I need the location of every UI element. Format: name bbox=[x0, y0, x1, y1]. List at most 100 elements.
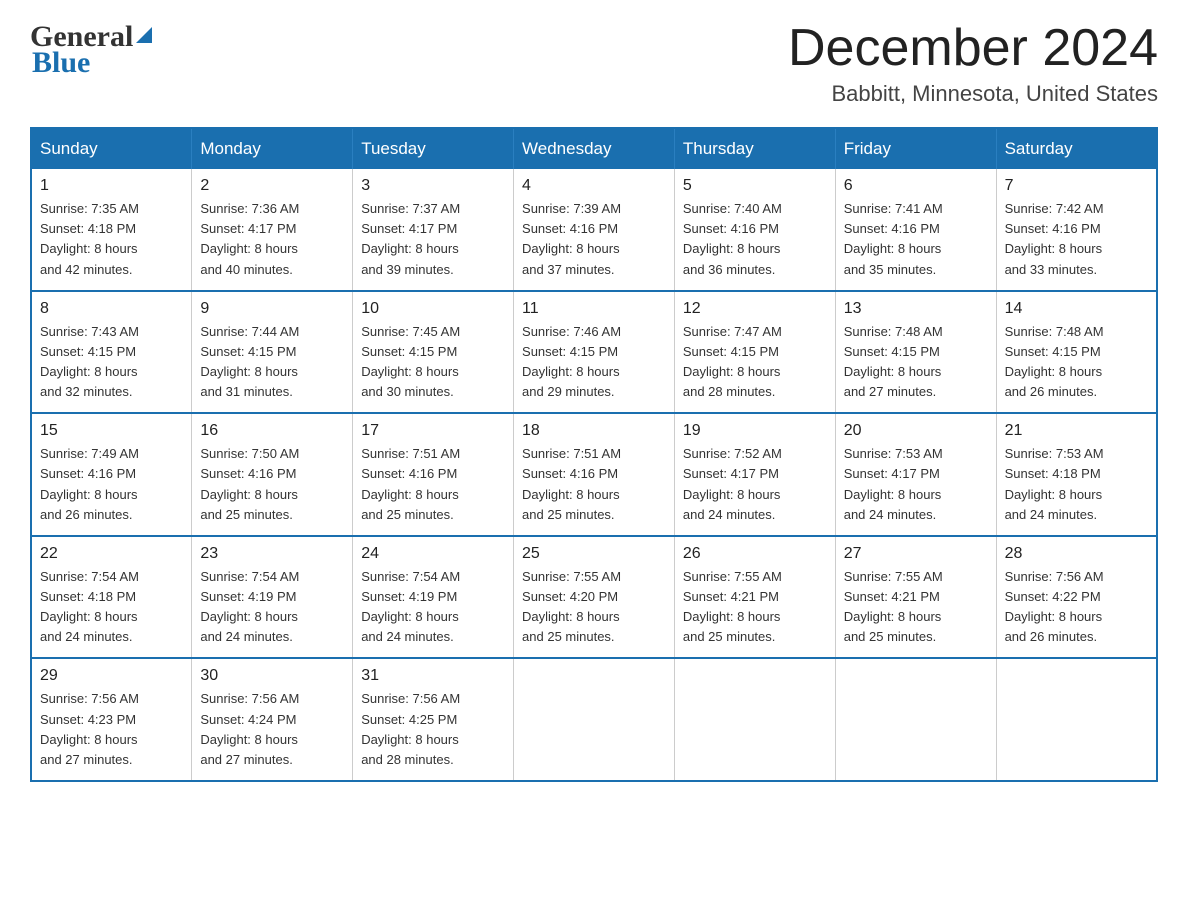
weekday-header-sunday: Sunday bbox=[31, 128, 192, 169]
calendar-cell: 12 Sunrise: 7:47 AMSunset: 4:15 PMDayligh… bbox=[674, 291, 835, 414]
calendar-cell: 17 Sunrise: 7:51 AMSunset: 4:16 PMDayligh… bbox=[353, 413, 514, 536]
day-number: 5 bbox=[683, 177, 827, 195]
weekday-header-thursday: Thursday bbox=[674, 128, 835, 169]
day-number: 7 bbox=[1005, 177, 1148, 195]
day-info: Sunrise: 7:48 AMSunset: 4:15 PMDaylight:… bbox=[844, 322, 988, 403]
day-info: Sunrise: 7:49 AMSunset: 4:16 PMDaylight:… bbox=[40, 444, 183, 525]
day-number: 10 bbox=[361, 300, 505, 318]
day-number: 6 bbox=[844, 177, 988, 195]
calendar-cell: 14Sunrise: 7:48 AMSunset: 4:15 PMDayligh… bbox=[996, 291, 1157, 414]
calendar-cell: 22Sunrise: 7:54 AMSunset: 4:18 PMDayligh… bbox=[31, 536, 192, 659]
calendar-cell: 25 Sunrise: 7:55 AMSunset: 4:20 PMDayligh… bbox=[514, 536, 675, 659]
calendar-cell bbox=[514, 658, 675, 781]
day-info: Sunrise: 7:54 AMSunset: 4:19 PMDaylight:… bbox=[361, 567, 505, 648]
day-number: 4 bbox=[522, 177, 666, 195]
day-number: 25 bbox=[522, 545, 666, 563]
weekday-header-tuesday: Tuesday bbox=[353, 128, 514, 169]
weekday-header-wednesday: Wednesday bbox=[514, 128, 675, 169]
day-number: 31 bbox=[361, 667, 505, 685]
calendar-table: SundayMondayTuesdayWednesdayThursdayFrid… bbox=[30, 127, 1158, 782]
day-number: 13 bbox=[844, 300, 988, 318]
weekday-header-monday: Monday bbox=[192, 128, 353, 169]
calendar-cell bbox=[996, 658, 1157, 781]
day-number: 29 bbox=[40, 667, 183, 685]
day-number: 8 bbox=[40, 300, 183, 318]
day-info: Sunrise: 7:55 AMSunset: 4:20 PMDaylight:… bbox=[522, 567, 666, 648]
calendar-cell: 24 Sunrise: 7:54 AMSunset: 4:19 PMDayligh… bbox=[353, 536, 514, 659]
calendar-cell: 11Sunrise: 7:46 AMSunset: 4:15 PMDayligh… bbox=[514, 291, 675, 414]
day-info: Sunrise: 7:56 AMSunset: 4:24 PMDaylight:… bbox=[200, 689, 344, 770]
calendar-cell: 15Sunrise: 7:49 AMSunset: 4:16 PMDayligh… bbox=[31, 413, 192, 536]
day-number: 22 bbox=[40, 545, 183, 563]
day-number: 11 bbox=[522, 300, 666, 318]
day-number: 1 bbox=[40, 177, 183, 195]
calendar-week-1: 1 Sunrise: 7:35 AMSunset: 4:18 PMDaylight… bbox=[31, 169, 1157, 291]
day-info: Sunrise: 7:44 AMSunset: 4:15 PMDaylight:… bbox=[200, 322, 344, 403]
calendar-cell bbox=[674, 658, 835, 781]
day-info: Sunrise: 7:47 AMSunset: 4:15 PMDaylight:… bbox=[683, 322, 827, 403]
day-info: Sunrise: 7:35 AMSunset: 4:18 PMDaylight:… bbox=[40, 199, 183, 280]
day-number: 18 bbox=[522, 422, 666, 440]
calendar-cell: 5Sunrise: 7:40 AMSunset: 4:16 PMDaylight… bbox=[674, 169, 835, 291]
calendar-cell: 27Sunrise: 7:55 AMSunset: 4:21 PMDayligh… bbox=[835, 536, 996, 659]
day-number: 12 bbox=[683, 300, 827, 318]
calendar-cell: 6Sunrise: 7:41 AMSunset: 4:16 PMDaylight… bbox=[835, 169, 996, 291]
calendar-cell: 23 Sunrise: 7:54 AMSunset: 4:19 PMDayligh… bbox=[192, 536, 353, 659]
calendar-cell: 9 Sunrise: 7:44 AMSunset: 4:15 PMDaylight… bbox=[192, 291, 353, 414]
day-info: Sunrise: 7:56 AMSunset: 4:23 PMDaylight:… bbox=[40, 689, 183, 770]
day-info: Sunrise: 7:39 AMSunset: 4:16 PMDaylight:… bbox=[522, 199, 666, 280]
day-info: Sunrise: 7:43 AMSunset: 4:15 PMDaylight:… bbox=[40, 322, 183, 403]
day-info: Sunrise: 7:50 AMSunset: 4:16 PMDaylight:… bbox=[200, 444, 344, 525]
calendar-cell: 2Sunrise: 7:36 AMSunset: 4:17 PMDaylight… bbox=[192, 169, 353, 291]
calendar-week-4: 22Sunrise: 7:54 AMSunset: 4:18 PMDayligh… bbox=[31, 536, 1157, 659]
day-number: 28 bbox=[1005, 545, 1148, 563]
day-info: Sunrise: 7:53 AMSunset: 4:17 PMDaylight:… bbox=[844, 444, 988, 525]
calendar-cell: 30 Sunrise: 7:56 AMSunset: 4:24 PMDayligh… bbox=[192, 658, 353, 781]
day-info: Sunrise: 7:51 AMSunset: 4:16 PMDaylight:… bbox=[522, 444, 666, 525]
calendar-cell: 29 Sunrise: 7:56 AMSunset: 4:23 PMDayligh… bbox=[31, 658, 192, 781]
day-number: 20 bbox=[844, 422, 988, 440]
day-info: Sunrise: 7:45 AMSunset: 4:15 PMDaylight:… bbox=[361, 322, 505, 403]
calendar-cell: 1 Sunrise: 7:35 AMSunset: 4:18 PMDaylight… bbox=[31, 169, 192, 291]
calendar-week-3: 15Sunrise: 7:49 AMSunset: 4:16 PMDayligh… bbox=[31, 413, 1157, 536]
calendar-week-5: 29 Sunrise: 7:56 AMSunset: 4:23 PMDayligh… bbox=[31, 658, 1157, 781]
day-info: Sunrise: 7:54 AMSunset: 4:19 PMDaylight:… bbox=[200, 567, 344, 648]
day-number: 26 bbox=[683, 545, 827, 563]
calendar-cell: 18 Sunrise: 7:51 AMSunset: 4:16 PMDayligh… bbox=[514, 413, 675, 536]
day-number: 19 bbox=[683, 422, 827, 440]
calendar-cell: 13 Sunrise: 7:48 AMSunset: 4:15 PMDayligh… bbox=[835, 291, 996, 414]
calendar-cell: 28Sunrise: 7:56 AMSunset: 4:22 PMDayligh… bbox=[996, 536, 1157, 659]
calendar-cell: 4 Sunrise: 7:39 AMSunset: 4:16 PMDaylight… bbox=[514, 169, 675, 291]
calendar-cell: 7Sunrise: 7:42 AMSunset: 4:16 PMDaylight… bbox=[996, 169, 1157, 291]
day-info: Sunrise: 7:55 AMSunset: 4:21 PMDaylight:… bbox=[844, 567, 988, 648]
day-number: 24 bbox=[361, 545, 505, 563]
title-area: December 2024 Babbitt, Minnesota, United… bbox=[788, 20, 1158, 107]
calendar-cell: 3Sunrise: 7:37 AMSunset: 4:17 PMDaylight… bbox=[353, 169, 514, 291]
day-number: 30 bbox=[200, 667, 344, 685]
day-info: Sunrise: 7:53 AMSunset: 4:18 PMDaylight:… bbox=[1005, 444, 1148, 525]
day-info: Sunrise: 7:52 AMSunset: 4:17 PMDaylight:… bbox=[683, 444, 827, 525]
calendar-cell: 8 Sunrise: 7:43 AMSunset: 4:15 PMDaylight… bbox=[31, 291, 192, 414]
calendar-week-2: 8 Sunrise: 7:43 AMSunset: 4:15 PMDaylight… bbox=[31, 291, 1157, 414]
day-number: 23 bbox=[200, 545, 344, 563]
page-header: General Blue December 2024 Babbitt, Minn… bbox=[30, 20, 1158, 107]
calendar-cell: 26 Sunrise: 7:55 AMSunset: 4:21 PMDayligh… bbox=[674, 536, 835, 659]
day-number: 17 bbox=[361, 422, 505, 440]
day-info: Sunrise: 7:36 AMSunset: 4:17 PMDaylight:… bbox=[200, 199, 344, 280]
weekday-header-saturday: Saturday bbox=[996, 128, 1157, 169]
day-info: Sunrise: 7:48 AMSunset: 4:15 PMDaylight:… bbox=[1005, 322, 1148, 403]
day-info: Sunrise: 7:37 AMSunset: 4:17 PMDaylight:… bbox=[361, 199, 505, 280]
logo: General Blue bbox=[30, 20, 152, 80]
calendar-cell: 16 Sunrise: 7:50 AMSunset: 4:16 PMDayligh… bbox=[192, 413, 353, 536]
day-number: 21 bbox=[1005, 422, 1148, 440]
calendar-cell: 20 Sunrise: 7:53 AMSunset: 4:17 PMDayligh… bbox=[835, 413, 996, 536]
location-label: Babbitt, Minnesota, United States bbox=[788, 81, 1158, 107]
weekday-header-row: SundayMondayTuesdayWednesdayThursdayFrid… bbox=[31, 128, 1157, 169]
day-number: 16 bbox=[200, 422, 344, 440]
calendar-cell: 21 Sunrise: 7:53 AMSunset: 4:18 PMDayligh… bbox=[996, 413, 1157, 536]
day-info: Sunrise: 7:55 AMSunset: 4:21 PMDaylight:… bbox=[683, 567, 827, 648]
weekday-header-friday: Friday bbox=[835, 128, 996, 169]
calendar-body: 1 Sunrise: 7:35 AMSunset: 4:18 PMDaylight… bbox=[31, 169, 1157, 781]
day-number: 9 bbox=[200, 300, 344, 318]
day-info: Sunrise: 7:51 AMSunset: 4:16 PMDaylight:… bbox=[361, 444, 505, 525]
